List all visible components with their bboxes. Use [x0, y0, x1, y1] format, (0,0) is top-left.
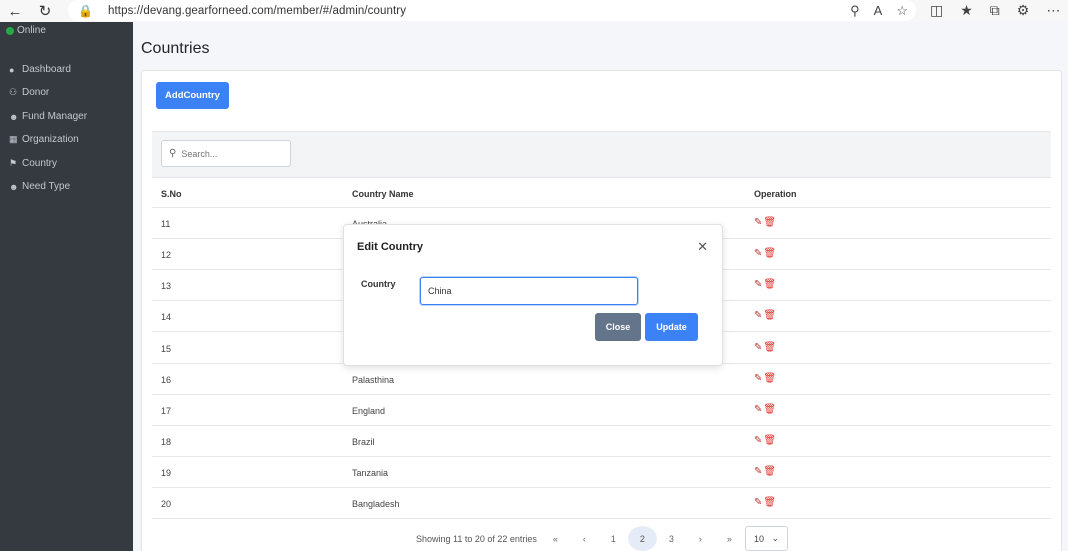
pagination: Showing 11 to 20 of 22 entries « ‹ 1 2 3… [416, 526, 744, 551]
country-field-label: Country [361, 279, 396, 289]
row-country-name: Brazil [352, 437, 375, 447]
collections-icon[interactable]: ⧉ [990, 2, 1000, 19]
browser-toolbar: ← ↻ 🔒 https://devang.gearforneed.com/mem… [0, 0, 1068, 22]
row-sno: 13 [161, 281, 172, 291]
palette-icon: ● [9, 64, 15, 75]
table-header: S.No Country Name Operation [152, 177, 1051, 208]
user-icon: ☻ [9, 111, 19, 122]
row-country-name: Tanzania [352, 468, 389, 478]
read-aloud-icon[interactable]: A [874, 3, 883, 19]
page-title: Countries [141, 40, 210, 57]
users-icon: ⚇ [9, 87, 18, 97]
edit-icon[interactable]: ✎ [754, 279, 762, 290]
more-icon[interactable]: ⋯ [1046, 2, 1060, 19]
trash-icon[interactable]: 🗑 [763, 404, 776, 415]
trash-icon[interactable]: 🗑 [763, 217, 776, 228]
row-sno: 16 [161, 375, 172, 385]
row-country-name: Bangladesh [352, 499, 400, 509]
row-sno: 18 [161, 437, 172, 447]
edit-icon[interactable]: ✎ [754, 466, 762, 477]
country-input[interactable] [420, 277, 638, 305]
row-sno: 20 [161, 499, 172, 509]
search-input[interactable] [181, 148, 282, 159]
edit-icon[interactable]: ✎ [754, 310, 762, 321]
online-dot-icon [6, 26, 14, 35]
row-country-name: Palasthina [352, 375, 395, 385]
edit-icon[interactable]: ✎ [754, 435, 762, 446]
search-icon: ⚲ [169, 148, 177, 159]
page-2-button[interactable]: 2 [627, 526, 657, 551]
trash-icon[interactable]: 🗑 [763, 435, 776, 446]
close-button[interactable]: Close [595, 313, 641, 341]
online-status: Online [6, 25, 46, 36]
edit-icon[interactable]: ✎ [754, 217, 762, 228]
trash-icon[interactable]: 🗑 [763, 279, 776, 290]
favorite-star-icon[interactable]: ☆ [896, 3, 908, 19]
row-sno: 17 [161, 406, 172, 416]
trash-icon[interactable]: 🗑 [763, 248, 776, 259]
row-country-name: England [352, 406, 386, 416]
search-field[interactable]: ⚲ [161, 140, 291, 167]
edit-icon[interactable]: ✎ [754, 373, 762, 384]
table-row: 18 Brazil ✎ 🗑 [152, 426, 1051, 457]
trash-icon[interactable]: 🗑 [763, 342, 776, 353]
edit-country-modal: Edit Country ✕ Country Close Update [343, 224, 723, 366]
header-country-name: Country Name [352, 189, 414, 199]
sitemap-icon: ▦ [9, 134, 18, 144]
trash-icon[interactable]: 🗑 [763, 373, 776, 384]
last-page-button[interactable]: » [715, 526, 744, 551]
url-text: https://devang.gearforneed.com/member/#/… [108, 4, 407, 17]
trash-icon[interactable]: 🗑 [763, 310, 776, 321]
page-3-button[interactable]: 3 [657, 526, 686, 551]
sidebar: Online ● Dashboard ⚇ Donor ☻ Fund Manage… [0, 22, 133, 551]
row-sno: 14 [161, 312, 172, 322]
edit-icon[interactable]: ✎ [754, 342, 762, 353]
page-size-select[interactable]: 10 ⌄ [745, 526, 788, 551]
update-button[interactable]: Update [645, 313, 698, 341]
row-sno: 11 [161, 219, 171, 229]
next-page-button[interactable]: › [686, 526, 715, 551]
reload-icon[interactable]: ↻ [34, 0, 56, 22]
zoom-icon[interactable]: ⚲ [850, 3, 860, 19]
chevron-down-icon: ⌄ [771, 533, 779, 543]
table-row: 20 Bangladesh ✎ 🗑 [152, 488, 1051, 519]
flag-icon: ⚑ [9, 158, 18, 168]
sidebar-item-donor[interactable]: ⚇ Donor [9, 87, 49, 98]
prev-page-button[interactable]: ‹ [570, 526, 599, 551]
split-screen-icon[interactable]: ◫ [930, 2, 943, 19]
trash-icon[interactable]: 🗑 [763, 466, 776, 477]
extensions-icon[interactable]: ⚙ [1017, 2, 1030, 19]
sidebar-item-dashboard[interactable]: ● Dashboard [9, 64, 71, 75]
edit-icon[interactable]: ✎ [754, 404, 762, 415]
user-icon: ☻ [9, 181, 19, 192]
header-sno: S.No [161, 189, 182, 199]
close-icon[interactable]: ✕ [697, 239, 708, 255]
table-row: 16 Palasthina ✎ 🗑 [152, 364, 1051, 395]
sidebar-item-fund-manager[interactable]: ☻ Fund Manager [9, 111, 87, 122]
header-operation: Operation [754, 189, 797, 199]
edit-icon[interactable]: ✎ [754, 248, 762, 259]
address-bar[interactable]: 🔒 https://devang.gearforneed.com/member/… [68, 0, 916, 21]
sidebar-item-need-type[interactable]: ☻ Need Type [9, 181, 70, 192]
sidebar-item-organization[interactable]: ▦ Organization [9, 134, 79, 145]
row-sno: 12 [161, 250, 172, 260]
table-row: 19 Tanzania ✎ 🗑 [152, 457, 1051, 488]
page-size-value: 10 [754, 533, 765, 544]
sidebar-item-country[interactable]: ⚑ Country [9, 158, 57, 169]
page-1-button[interactable]: 1 [599, 526, 628, 551]
back-icon[interactable]: ← [4, 0, 26, 22]
row-sno: 19 [161, 468, 172, 478]
edit-icon[interactable]: ✎ [754, 497, 762, 508]
trash-icon[interactable]: 🗑 [763, 497, 776, 508]
modal-title: Edit Country [357, 241, 423, 253]
favorites-icon[interactable]: ★ [960, 2, 973, 19]
first-page-button[interactable]: « [541, 526, 570, 551]
lock-icon: 🔒 [78, 3, 93, 18]
add-country-button[interactable]: AddCountry [156, 82, 229, 109]
row-sno: 15 [161, 344, 172, 354]
pagination-summary: Showing 11 to 20 of 22 entries [416, 533, 537, 544]
table-row: 17 England ✎ 🗑 [152, 395, 1051, 426]
